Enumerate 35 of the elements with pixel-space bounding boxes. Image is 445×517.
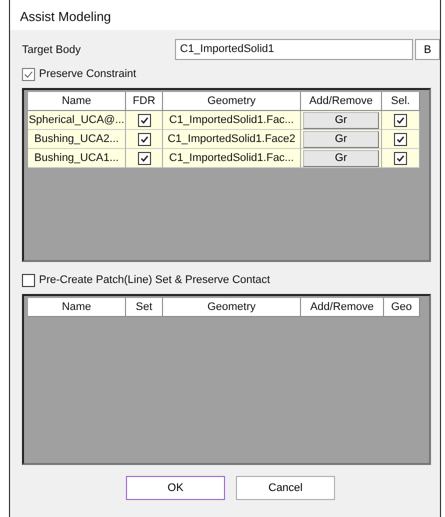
table-cell: Bushing_UCA1...	[28, 149, 126, 168]
select-checkbox[interactable]	[394, 114, 407, 126]
table-cell: Bushing_UCA2...	[28, 130, 126, 149]
column-header[interactable]: Geometry	[163, 92, 301, 111]
column-header[interactable]: Name	[28, 92, 126, 111]
preserve-constraint-checkbox[interactable]	[22, 68, 35, 80]
add-remove-button[interactable]: Gr	[303, 150, 379, 166]
select-checkbox[interactable]	[394, 152, 407, 164]
table-cell: C1_ImportedSolid1.Face2	[163, 130, 301, 149]
table-cell: C1_ImportedSolid1.Fac...	[163, 111, 301, 130]
column-header[interactable]: Add/Remove	[301, 298, 384, 317]
ok-button[interactable]: OK	[126, 476, 225, 500]
fdr-checkbox[interactable]	[138, 114, 150, 126]
preserve-constraint-label: Preserve Constraint	[39, 68, 136, 80]
target-body-field[interactable]: C1_ImportedSolid1	[175, 39, 413, 60]
table-cell: Spherical_UCA@...	[28, 111, 126, 130]
column-header[interactable]: Sel.	[382, 92, 420, 111]
select-checkbox[interactable]	[394, 132, 407, 146]
pre-create-checkbox[interactable]	[22, 274, 35, 286]
fdr-checkbox[interactable]	[138, 152, 150, 164]
column-header[interactable]: Geometry	[163, 298, 301, 317]
add-remove-button[interactable]: Gr	[303, 112, 379, 128]
column-header[interactable]: FDR	[126, 92, 163, 111]
column-header[interactable]: Add/Remove	[301, 92, 382, 111]
add-remove-button[interactable]: Gr	[303, 130, 379, 148]
column-header[interactable]: Set	[126, 298, 163, 317]
target-body-label: Target Body	[22, 44, 82, 56]
pre-create-label: Pre-Create Patch(Line) Set & Preserve Contact	[39, 274, 270, 286]
table-cell: C1_ImportedSolid1.Fac...	[163, 149, 301, 168]
column-header[interactable]: Geo	[384, 298, 420, 317]
fdr-checkbox[interactable]	[138, 132, 150, 146]
column-header[interactable]: Name	[28, 298, 126, 317]
body-select-button[interactable]: B	[415, 39, 440, 60]
cancel-button[interactable]: Cancel	[236, 476, 335, 500]
window-title: Assist Modeling	[10, 0, 440, 30]
